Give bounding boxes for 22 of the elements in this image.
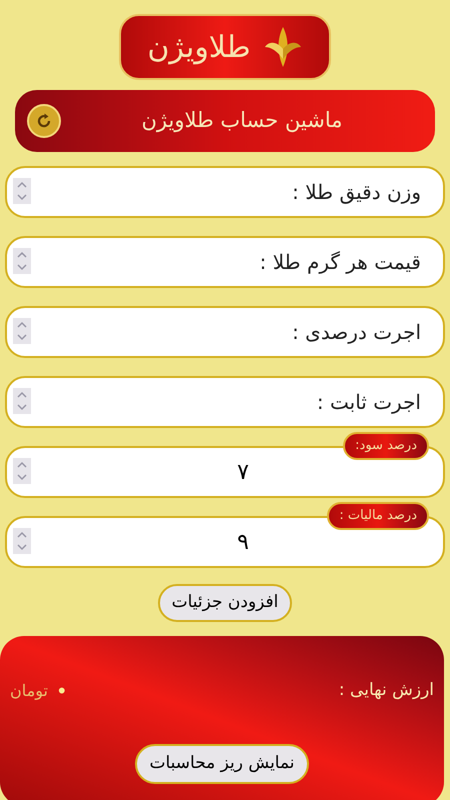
- result-value: •: [56, 678, 68, 705]
- spinner-icon[interactable]: [13, 528, 31, 554]
- number-field[interactable]: قیمت هر گرم طلا :: [5, 236, 445, 288]
- spinner-icon[interactable]: [13, 458, 31, 484]
- spinner-icon[interactable]: [13, 178, 31, 204]
- refresh-button[interactable]: [27, 104, 61, 138]
- spinner-icon[interactable]: [13, 388, 31, 414]
- field-badge: درصد مالیات :: [327, 502, 429, 530]
- lily-icon: [262, 25, 303, 69]
- number-field[interactable]: اجرت درصدی :: [5, 306, 445, 358]
- show-details-button[interactable]: نمایش ریز محاسبات: [135, 744, 309, 784]
- number-field[interactable]: وزن دقیق طلا :: [5, 166, 445, 218]
- spinner-icon[interactable]: [13, 318, 31, 344]
- number-field[interactable]: اجرت ثابت :: [5, 376, 445, 428]
- field-badge: درصد سود:: [343, 432, 429, 460]
- add-details-button[interactable]: افزودن جزئیات: [158, 584, 292, 622]
- logo-text: طلاویژن: [147, 28, 251, 66]
- header-title: ماشین حساب طلاویژن: [140, 107, 344, 134]
- currency-unit: تومان: [10, 680, 48, 702]
- refresh-icon: [35, 112, 53, 130]
- spinner-icon[interactable]: [13, 248, 31, 274]
- result-label: ارزش نهایی :: [338, 679, 434, 702]
